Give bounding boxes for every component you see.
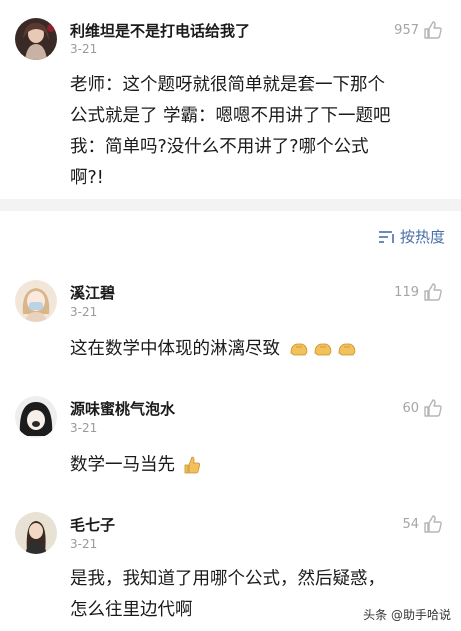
watermark-text: 头条 @助手哈说 <box>363 608 451 622</box>
sort-by-hot-button[interactable]: 按热度 <box>378 226 445 247</box>
comment-text-line: 数学一马当先 <box>70 455 175 475</box>
commenter-name[interactable]: 源味蜜桃气泡水 <box>70 398 175 419</box>
fist-bump-emoji-icon <box>314 343 331 356</box>
commenter-name[interactable]: 利维坦是不是打电话给我了 <box>70 20 250 41</box>
sort-label: 按热度 <box>399 228 445 246</box>
section-divider <box>0 199 461 211</box>
comment-text-line: 啊?! <box>70 168 104 188</box>
comment-date: 3-21 <box>70 42 98 56</box>
thumbs-up-icon <box>424 399 442 417</box>
like-button[interactable]: 60 <box>402 398 443 418</box>
like-count: 119 <box>394 284 419 300</box>
comment-date: 3-21 <box>70 305 98 319</box>
commenter-name[interactable]: 溪江碧 <box>70 282 115 303</box>
comment-text-line: 我：简单吗?没什么不用讲了?哪个公式 <box>70 137 369 157</box>
avatar[interactable] <box>15 18 57 60</box>
fist-bump-emoji-icon <box>290 343 307 356</box>
like-count: 60 <box>402 400 419 416</box>
like-count: 54 <box>402 516 419 532</box>
avatar[interactable] <box>15 512 57 554</box>
comment-text: 这在数学中体现的淋漓尽致 <box>70 334 445 365</box>
comment-text-line: 是我，我知道了用哪个公式，然后疑惑， <box>70 569 385 589</box>
comment-text: 老师：这个题呀就很简单就是套一下那个 公式就是了 学霸：嗯嗯不用讲了下一题吧 我… <box>70 70 445 194</box>
thumbs-up-icon <box>424 283 442 301</box>
like-button[interactable]: 54 <box>402 514 443 534</box>
fist-bump-emoji-icon <box>338 343 355 356</box>
comment-text-line: 这在数学中体现的淋漓尽致 <box>70 339 280 359</box>
comment-text-line: 老师：这个题呀就很简单就是套一下那个 <box>70 75 385 95</box>
commenter-name[interactable]: 毛七子 <box>70 514 115 535</box>
avatar[interactable] <box>15 280 57 322</box>
thumbs-up-emoji-icon <box>184 456 200 474</box>
comment-date: 3-21 <box>70 537 98 551</box>
thumbs-up-icon <box>424 515 442 533</box>
sort-lines-icon <box>378 230 394 243</box>
like-button[interactable]: 957 <box>394 20 443 40</box>
comment-text: 数学一马当先 <box>70 450 445 481</box>
avatar[interactable] <box>15 396 57 438</box>
like-count: 957 <box>394 22 419 38</box>
like-button[interactable]: 119 <box>394 282 443 302</box>
emoji-group <box>288 338 358 360</box>
source-watermark: 头条 @助手哈说 <box>363 606 451 623</box>
comment-date: 3-21 <box>70 421 98 435</box>
thumbs-up-icon <box>424 21 442 39</box>
comment-text-line: 公式就是了 学霸：嗯嗯不用讲了下一题吧 <box>70 106 391 126</box>
